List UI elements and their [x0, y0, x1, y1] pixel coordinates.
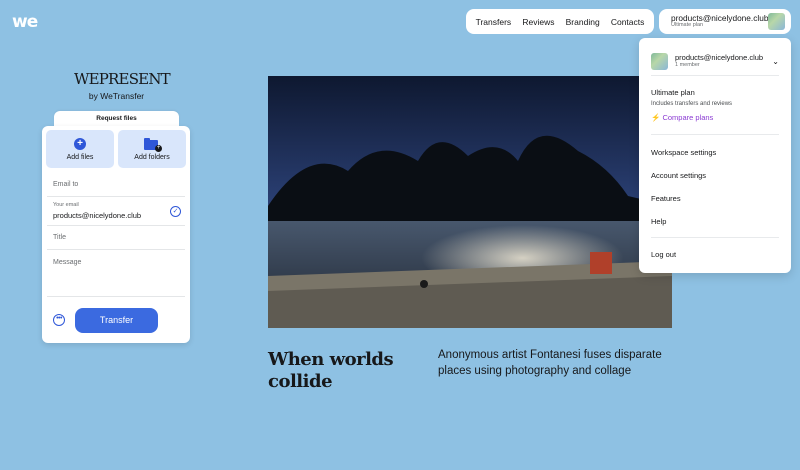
- your-email-field[interactable]: Your email products@nicelydone.club ✓: [47, 197, 185, 226]
- title-placeholder: Title: [53, 234, 66, 241]
- menu-log-out[interactable]: Log out: [651, 250, 676, 259]
- chevron-down-icon: ⌄: [772, 56, 779, 66]
- add-folders-button[interactable]: + Add folders: [118, 130, 186, 168]
- account-email: products@nicelydone.club: [671, 13, 769, 24]
- dropdown-divider: [651, 134, 779, 135]
- hero-photo: [268, 76, 672, 328]
- request-files-tab[interactable]: Request files: [54, 111, 179, 127]
- nav-contacts[interactable]: Contacts: [611, 17, 645, 27]
- account-dropdown-menu: products@nicelydone.club 1 member ⌄ Ulti…: [639, 38, 791, 273]
- hero-image[interactable]: [268, 76, 672, 328]
- plus-circle-icon: +: [74, 137, 86, 150]
- add-files-button[interactable]: + Add files: [46, 130, 114, 168]
- wetransfer-logo[interactable]: we: [12, 12, 38, 32]
- menu-help[interactable]: Help: [651, 217, 666, 226]
- wepresent-logo[interactable]: WEPRESENT by WeTransfer: [74, 70, 171, 101]
- article-headline[interactable]: When worlds collide: [268, 349, 418, 393]
- dropdown-account-email: products@nicelydone.club: [675, 52, 764, 62]
- add-folders-label: Add folders: [134, 153, 170, 161]
- your-email-label: Your email: [53, 202, 79, 208]
- compare-plans-link[interactable]: ⚡ Compare plans: [651, 113, 713, 122]
- wepresent-title: WEPRESENT: [74, 70, 171, 88]
- check-circle-icon: ✓: [170, 206, 181, 217]
- nav-branding[interactable]: Branding: [566, 17, 600, 27]
- article-description: Anonymous artist Fontanesi fuses dispara…: [438, 349, 662, 377]
- title-field[interactable]: Title: [47, 226, 185, 250]
- top-nav: Transfers Reviews Branding Contacts: [466, 9, 654, 34]
- wepresent-byline: by WeTransfer: [88, 91, 145, 101]
- dropdown-plan-desc: Includes transfers and reviews: [651, 101, 733, 107]
- more-options-icon[interactable]: •••: [53, 314, 65, 326]
- nav-reviews[interactable]: Reviews: [522, 17, 554, 27]
- nav-transfers[interactable]: Transfers: [476, 17, 512, 27]
- dropdown-plan-title: Ultimate plan: [651, 88, 695, 97]
- message-placeholder: Message: [53, 259, 82, 266]
- avatar: [768, 13, 785, 30]
- menu-workspace-settings[interactable]: Workspace settings: [651, 148, 716, 157]
- dropdown-divider: [651, 75, 779, 76]
- menu-features[interactable]: Features: [651, 194, 681, 203]
- email-to-field[interactable]: Email to: [47, 173, 185, 197]
- add-folder-icon: +: [144, 137, 162, 152]
- your-email-value: products@nicelydone.club: [53, 211, 142, 220]
- email-to-placeholder: Email to: [53, 181, 79, 188]
- compare-plans-label: Compare plans: [662, 113, 714, 122]
- dropdown-members: 1 member: [675, 62, 700, 68]
- menu-account-settings[interactable]: Account settings: [651, 171, 706, 180]
- message-field[interactable]: Message: [47, 250, 185, 297]
- dropdown-divider: [651, 237, 779, 238]
- account-plan: Ultimate plan: [671, 22, 704, 29]
- dropdown-avatar: [651, 52, 668, 70]
- lightning-icon: ⚡: [651, 113, 661, 122]
- add-files-label: Add files: [66, 153, 94, 161]
- upload-panel: + Add files + Add folders Email to Your …: [42, 126, 190, 343]
- account-button[interactable]: products@nicelydone.club Ultimate plan: [659, 9, 791, 34]
- dropdown-account[interactable]: products@nicelydone.club 1 member ⌄: [651, 50, 779, 72]
- transfer-button[interactable]: Transfer: [75, 308, 158, 333]
